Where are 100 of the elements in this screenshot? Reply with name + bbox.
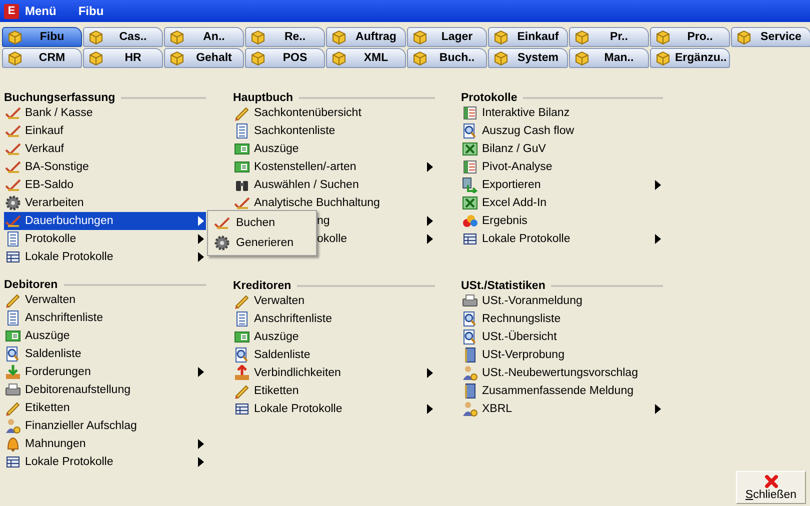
menu-item[interactable]: Zusammenfassende Meldung (461, 382, 663, 400)
menu-item[interactable]: Verwalten (4, 291, 206, 309)
menu-item[interactable]: Saldenliste (4, 345, 206, 363)
download-icon (5, 364, 21, 380)
module-tab[interactable]: HR (83, 48, 163, 68)
spreadsheet-icon (462, 141, 478, 157)
menu-item[interactable]: okolle (317, 233, 348, 245)
menu-item[interactable]: Fibu (78, 4, 104, 18)
menu-item[interactable]: Interaktive Bilanz (461, 104, 663, 122)
menu-item[interactable]: Anschriftenliste (233, 310, 435, 328)
cube-icon (7, 50, 23, 66)
module-tab[interactable]: Auftrag (326, 27, 406, 47)
cube-icon (88, 29, 104, 45)
menu-item[interactable]: Protokolle (4, 230, 206, 248)
menu-item[interactable]: Analytische Buchhaltung (233, 194, 435, 212)
close-button[interactable]: Schließen (736, 471, 806, 504)
menu-item[interactable]: Bilanz / GuV (461, 140, 663, 158)
export-icon (462, 177, 478, 193)
module-tab[interactable]: Pr.. (569, 27, 649, 47)
list-icon (5, 231, 21, 247)
table-icon (5, 249, 21, 265)
menu-item[interactable]: USt.-Voranmeldung (461, 292, 663, 310)
cube-icon (574, 29, 590, 45)
module-tab[interactable]: Gehalt (164, 48, 244, 68)
menu-item[interactable]: USt-Verprobung (461, 346, 663, 364)
menu-item[interactable]: Ergebnis (461, 212, 663, 230)
menu-item[interactable]: Generieren (208, 233, 316, 253)
magnifier-icon (462, 311, 478, 327)
module-tab[interactable]: Pro.. (650, 27, 730, 47)
module-tab[interactable]: Cas.. (83, 27, 163, 47)
menu-item[interactable]: Sachkontenübersicht (233, 104, 435, 122)
menu-item[interactable]: EB-Saldo (4, 176, 206, 194)
checkmark-pen-icon (5, 213, 21, 229)
menu-item[interactable]: Auszüge (233, 140, 435, 158)
table-icon (462, 231, 478, 247)
menu-item[interactable]: USt.-Übersicht (461, 328, 663, 346)
cube-icon (412, 29, 428, 45)
module-tab[interactable]: An.. (164, 27, 244, 47)
section-heading: Hauptbuch (233, 92, 294, 104)
menu-item[interactable]: Verkauf (4, 140, 206, 158)
menu-item[interactable]: Verbindlichkeiten (233, 364, 435, 382)
menu-item[interactable]: Lokale Protokolle (4, 453, 206, 471)
module-tab[interactable]: Einkauf (488, 27, 568, 47)
app-logo: E (4, 4, 19, 18)
menu-item[interactable]: Mahnungen (4, 435, 206, 453)
module-tab[interactable]: CRM (2, 48, 82, 68)
module-tab[interactable]: Buch.. (407, 48, 487, 68)
checkmark-pen-icon (234, 195, 250, 211)
menu-item[interactable]: Saldenliste (233, 346, 435, 364)
menu-item[interactable]: Anschriftenliste (4, 309, 206, 327)
menu-item[interactable]: Verwalten (233, 292, 435, 310)
menu-item[interactable]: ng (317, 215, 330, 227)
pencil-icon (234, 293, 250, 309)
module-tab[interactable]: Fibu (2, 27, 82, 47)
table-icon (234, 401, 250, 417)
menu-item[interactable]: Einkauf (4, 122, 206, 140)
module-tab[interactable]: System (488, 48, 568, 68)
module-tab[interactable]: Re.. (245, 27, 325, 47)
module-tab[interactable]: Ergänzu.. (650, 48, 730, 68)
module-tab[interactable]: Man.. (569, 48, 649, 68)
pencil-icon (234, 105, 250, 121)
menu-item[interactable]: Etiketten (233, 382, 435, 400)
module-tab[interactable]: POS (245, 48, 325, 68)
magnifier-icon (462, 329, 478, 345)
module-tab[interactable]: Lager (407, 27, 487, 47)
menu-item[interactable]: Rechnungsliste (461, 310, 663, 328)
cube-icon (331, 29, 347, 45)
menu-item[interactable]: Kostenstellen/-arten (233, 158, 435, 176)
printer-icon (462, 293, 478, 309)
menu-item[interactable]: Auswählen / Suchen (233, 176, 435, 194)
menu-item[interactable]: Menü (25, 4, 56, 18)
menu-item[interactable]: Lokale Protokolle (233, 400, 435, 418)
module-tab[interactable]: Service (731, 27, 810, 47)
cube-icon (574, 50, 590, 66)
menu-item[interactable]: Finanzieller Aufschlag (4, 417, 206, 435)
checkmark-pen-icon (5, 123, 21, 139)
color-circles-icon (462, 213, 478, 229)
menu-item[interactable]: Buchen (208, 213, 316, 233)
menu-item[interactable]: Auszüge (4, 327, 206, 345)
menu-item[interactable]: Excel Add-In (461, 194, 663, 212)
menu-item[interactable]: XBRL (461, 400, 663, 418)
menu-item[interactable]: Lokale Protokolle (461, 230, 663, 248)
module-tab[interactable]: XML (326, 48, 406, 68)
bell-icon (5, 436, 21, 452)
menu-item[interactable]: Exportieren (461, 176, 663, 194)
menu-item[interactable]: Auszüge (233, 328, 435, 346)
menu-item[interactable]: Auszug Cash flow (461, 122, 663, 140)
menu-item[interactable]: Bank / Kasse (4, 104, 206, 122)
magnifier-icon (234, 347, 250, 363)
menu-item[interactable]: Pivot-Analyse (461, 158, 663, 176)
menu-item[interactable]: Debitorenaufstellung (4, 381, 206, 399)
menu-item[interactable]: Verarbeiten (4, 194, 206, 212)
menu-item[interactable]: Etiketten (4, 399, 206, 417)
checkmark-pen-icon (5, 105, 21, 121)
menu-item[interactable]: BA-Sonstige (4, 158, 206, 176)
printer-icon (5, 382, 21, 398)
menu-item[interactable]: Forderungen (4, 363, 206, 381)
checkmark-pen-icon (214, 215, 230, 231)
menu-item[interactable]: Sachkontenliste (233, 122, 435, 140)
menu-item[interactable]: USt.-Neubewertungsvorschlag (461, 364, 663, 382)
